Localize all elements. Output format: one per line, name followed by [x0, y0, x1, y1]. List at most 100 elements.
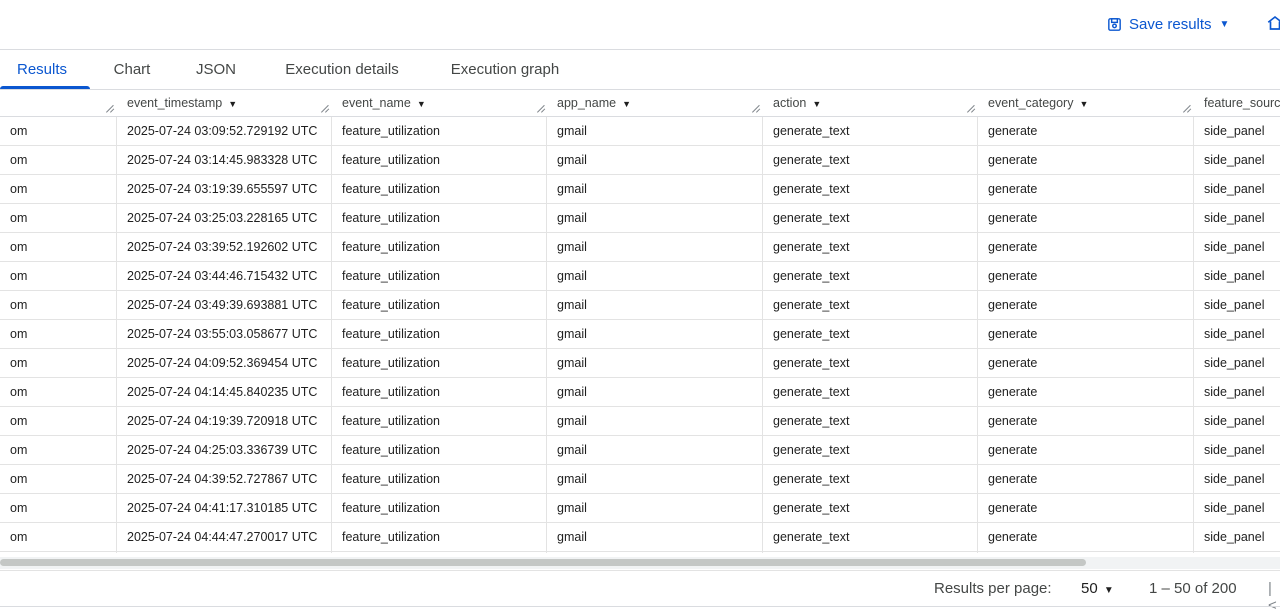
cell-email[interactable]: om: [0, 349, 116, 377]
cell-event-name[interactable]: feature_utilization: [332, 494, 546, 522]
cell-action[interactable]: generate_text: [763, 349, 977, 377]
tab-execution-graph[interactable]: Execution graph: [438, 50, 572, 89]
cell-event-timestamp[interactable]: 2025-07-24 03:19:39.655597 UTC: [117, 175, 331, 203]
cell-action[interactable]: generate_text: [763, 436, 977, 464]
cell-app-name[interactable]: gmail: [547, 262, 762, 290]
cell-feature-source[interactable]: side_panel: [1194, 523, 1280, 551]
cell-app-name[interactable]: gmail: [547, 465, 762, 493]
table-row[interactable]: om 2025-07-24 04:09:52.369454 UTC feature_…: [0, 349, 1280, 378]
cell-event-timestamp[interactable]: 2025-07-24 03:39:52.192602 UTC: [117, 233, 331, 261]
cell-app-name[interactable]: gmail: [547, 291, 762, 319]
save-results-button[interactable]: Save results ▼: [1106, 12, 1229, 36]
cell-event-timestamp[interactable]: 2025-07-24 04:19:39.720918 UTC: [117, 407, 331, 435]
cell-event-category[interactable]: generate: [978, 233, 1193, 261]
cell-event-name[interactable]: feature_utilization: [332, 320, 546, 348]
cell-event-timestamp[interactable]: 2025-07-24 03:55:03.058677 UTC: [117, 320, 331, 348]
cell-feature-source[interactable]: side_panel: [1194, 204, 1280, 232]
cell-event-name[interactable]: feature_utilization: [332, 465, 546, 493]
cell-feature-source[interactable]: side_panel: [1194, 320, 1280, 348]
cell-event-name[interactable]: feature_utilization: [332, 233, 546, 261]
cell-action[interactable]: generate_text: [763, 291, 977, 319]
cell-email[interactable]: om: [0, 204, 116, 232]
cell-event-timestamp[interactable]: 2025-07-24 04:14:45.840235 UTC: [117, 378, 331, 406]
tab-execution-details[interactable]: Execution details: [272, 50, 412, 89]
cell-app-name[interactable]: gmail: [547, 320, 762, 348]
cell-event-timestamp[interactable]: 2025-07-24 04:39:52.727867 UTC: [117, 465, 331, 493]
cell-email[interactable]: om: [0, 262, 116, 290]
cell-app-name[interactable]: gmail: [547, 523, 762, 551]
cell-email[interactable]: om: [0, 523, 116, 551]
cell-feature-source[interactable]: side_panel: [1194, 291, 1280, 319]
cell-event-category[interactable]: generate: [978, 117, 1193, 145]
cell-event-name[interactable]: feature_utilization: [332, 117, 546, 145]
cell-event-category[interactable]: generate: [978, 291, 1193, 319]
resize-handle-icon[interactable]: [1183, 104, 1191, 112]
cell-app-name[interactable]: gmail: [547, 378, 762, 406]
cell-app-name[interactable]: gmail: [547, 146, 762, 174]
tab-chart[interactable]: Chart: [104, 50, 160, 89]
cell-action[interactable]: generate_text: [763, 204, 977, 232]
cell-event-category[interactable]: generate: [978, 175, 1193, 203]
cell-feature-source[interactable]: side_panel: [1194, 146, 1280, 174]
cell-event-name[interactable]: feature_utilization: [332, 204, 546, 232]
cell-action[interactable]: generate_text: [763, 465, 977, 493]
cell-feature-source[interactable]: side_panel: [1194, 262, 1280, 290]
resize-handle-icon[interactable]: [537, 104, 545, 112]
tab-json[interactable]: JSON: [188, 50, 244, 89]
table-row[interactable]: om 2025-07-24 04:25:03.336739 UTC feature_…: [0, 436, 1280, 465]
cell-event-timestamp[interactable]: 2025-07-24 03:25:03.228165 UTC: [117, 204, 331, 232]
cell-event-timestamp[interactable]: 2025-07-24 04:25:03.336739 UTC: [117, 436, 331, 464]
cell-email[interactable]: om: [0, 407, 116, 435]
column-header-feature-source[interactable]: feature_sourc: [1194, 90, 1280, 117]
cell-event-timestamp[interactable]: 2025-07-24 03:09:52.729192 UTC: [117, 117, 331, 145]
table-row[interactable]: om 2025-07-24 03:25:03.228165 UTC feature_…: [0, 204, 1280, 233]
cell-email[interactable]: om: [0, 378, 116, 406]
cell-event-category[interactable]: generate: [978, 262, 1193, 290]
cell-action[interactable]: generate_text: [763, 407, 977, 435]
cell-feature-source[interactable]: side_panel: [1194, 494, 1280, 522]
cell-event-name[interactable]: feature_utilization: [332, 262, 546, 290]
cell-feature-source[interactable]: side_panel: [1194, 175, 1280, 203]
cell-event-timestamp[interactable]: 2025-07-24 04:09:52.369454 UTC: [117, 349, 331, 377]
cell-event-category[interactable]: generate: [978, 407, 1193, 435]
table-row[interactable]: om 2025-07-24 03:09:52.729192 UTC feature_…: [0, 117, 1280, 146]
cell-event-category[interactable]: generate: [978, 378, 1193, 406]
cell-event-name[interactable]: feature_utilization: [332, 291, 546, 319]
cell-app-name[interactable]: gmail: [547, 407, 762, 435]
cell-email[interactable]: om: [0, 233, 116, 261]
table-row[interactable]: om 2025-07-24 03:49:39.693881 UTC feature_…: [0, 291, 1280, 320]
cell-event-name[interactable]: feature_utilization: [332, 523, 546, 551]
table-row[interactable]: om 2025-07-24 04:39:52.727867 UTC feature_…: [0, 465, 1280, 494]
cell-action[interactable]: generate_text: [763, 320, 977, 348]
cell-event-category[interactable]: generate: [978, 523, 1193, 551]
resize-handle-icon[interactable]: [967, 104, 975, 112]
table-row[interactable]: om 2025-07-24 04:44:47.270017 UTC feature_…: [0, 523, 1280, 552]
cell-event-category[interactable]: generate: [978, 204, 1193, 232]
cell-event-category[interactable]: generate: [978, 465, 1193, 493]
cell-app-name[interactable]: gmail: [547, 204, 762, 232]
cell-email[interactable]: om: [0, 175, 116, 203]
cell-email[interactable]: om: [0, 117, 116, 145]
cell-event-category[interactable]: generate: [978, 320, 1193, 348]
cell-event-category[interactable]: generate: [978, 349, 1193, 377]
column-header-app-name[interactable]: app_name ▼: [547, 90, 762, 117]
rows-per-page-select[interactable]: 50 ▼: [1081, 580, 1114, 597]
cell-event-timestamp[interactable]: 2025-07-24 03:14:45.983328 UTC: [117, 146, 331, 174]
cell-action[interactable]: generate_text: [763, 146, 977, 174]
cell-event-category[interactable]: generate: [978, 436, 1193, 464]
table-row[interactable]: om 2025-07-24 03:39:52.192602 UTC feature_…: [0, 233, 1280, 262]
cell-event-name[interactable]: feature_utilization: [332, 146, 546, 174]
cell-email[interactable]: om: [0, 320, 116, 348]
cell-app-name[interactable]: gmail: [547, 349, 762, 377]
cell-event-name[interactable]: feature_utilization: [332, 436, 546, 464]
horizontal-scrollbar-thumb[interactable]: [0, 559, 1086, 566]
cell-event-timestamp[interactable]: 2025-07-24 04:41:17.310185 UTC: [117, 494, 331, 522]
resize-handle-icon[interactable]: [752, 104, 760, 112]
cell-event-name[interactable]: feature_utilization: [332, 175, 546, 203]
cell-feature-source[interactable]: side_panel: [1194, 349, 1280, 377]
tab-results[interactable]: Results: [0, 50, 84, 89]
column-header-event-timestamp[interactable]: event_timestamp ▼: [117, 90, 331, 117]
cell-feature-source[interactable]: side_panel: [1194, 436, 1280, 464]
column-header-action[interactable]: action ▼: [763, 90, 977, 117]
resize-handle-icon[interactable]: [106, 104, 114, 112]
